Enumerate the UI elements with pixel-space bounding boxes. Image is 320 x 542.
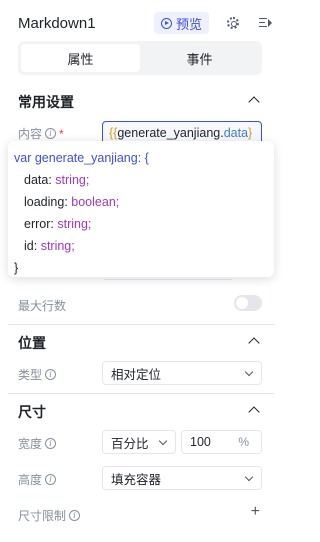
info-icon: i (45, 438, 57, 449)
settings-button[interactable] (224, 14, 242, 32)
add-size-limit-button[interactable]: + (251, 503, 260, 521)
collapse-position-chevron-icon[interactable] (248, 337, 260, 349)
panel-tabs: 属性 事件 (18, 41, 262, 75)
tooltip-close: } (14, 261, 19, 275)
tooltip-field: data: string; (24, 173, 90, 187)
section-title-position: 位置 (18, 335, 46, 351)
tab-properties[interactable]: 属性 (21, 44, 140, 72)
divider (8, 393, 274, 394)
required-mark: * (59, 126, 64, 141)
play-circle-icon (161, 17, 172, 29)
tooltip-field: error: string; (24, 217, 92, 231)
toggle-knob (236, 297, 248, 309)
content-label: 内容 i * (18, 126, 64, 142)
width-unit-select[interactable]: 百分比 (102, 430, 176, 454)
type-label: 类型 i (18, 366, 57, 383)
max-rows-toggle[interactable] (234, 295, 262, 311)
preview-label: 预览 (176, 16, 203, 32)
tab-events[interactable]: 事件 (140, 44, 259, 72)
width-unit-suffix: % (238, 435, 249, 449)
collapse-panel-button[interactable] (256, 14, 274, 32)
tooltip-field: id: string; (24, 239, 75, 253)
height-select[interactable]: 填充容器 (102, 466, 262, 490)
width-value-input[interactable]: 100 % (181, 430, 262, 454)
tooltip-field: loading: boolean; (24, 195, 120, 209)
info-icon: i (45, 128, 57, 139)
info-icon: i (45, 474, 57, 485)
variable-type-tooltip: var generate_yanjiang: { data: string; l… (8, 141, 274, 277)
chevron-down-icon (244, 367, 254, 377)
component-title: Markdown1 (18, 14, 96, 32)
max-rows-label: 最大行数 (18, 299, 67, 313)
position-type-select[interactable]: 相对定位 (102, 361, 262, 385)
info-icon: i (45, 369, 57, 380)
gear-icon (227, 17, 239, 29)
panel-header: Markdown1 预览 (18, 12, 274, 34)
collapse-common-chevron-icon[interactable] (248, 96, 260, 108)
size-limit-label: 尺寸限制 i (18, 507, 81, 524)
chevron-down-icon (158, 436, 168, 446)
width-label: 宽度 i (18, 435, 57, 452)
chevron-down-icon (244, 472, 254, 482)
height-label: 高度 i (18, 471, 57, 488)
section-title-size: 尺寸 (18, 404, 46, 420)
info-icon: i (69, 510, 81, 521)
properties-panel: Markdown1 预览 属性 事件 常用设置 内容 i * {{generat… (8, 0, 274, 542)
divider (8, 324, 274, 325)
collapse-size-chevron-icon[interactable] (248, 406, 260, 418)
tooltip-var-line: var generate_yanjiang: { (14, 151, 149, 165)
section-title-common: 常用设置 (18, 94, 74, 110)
preview-button[interactable]: 预览 (154, 12, 210, 34)
